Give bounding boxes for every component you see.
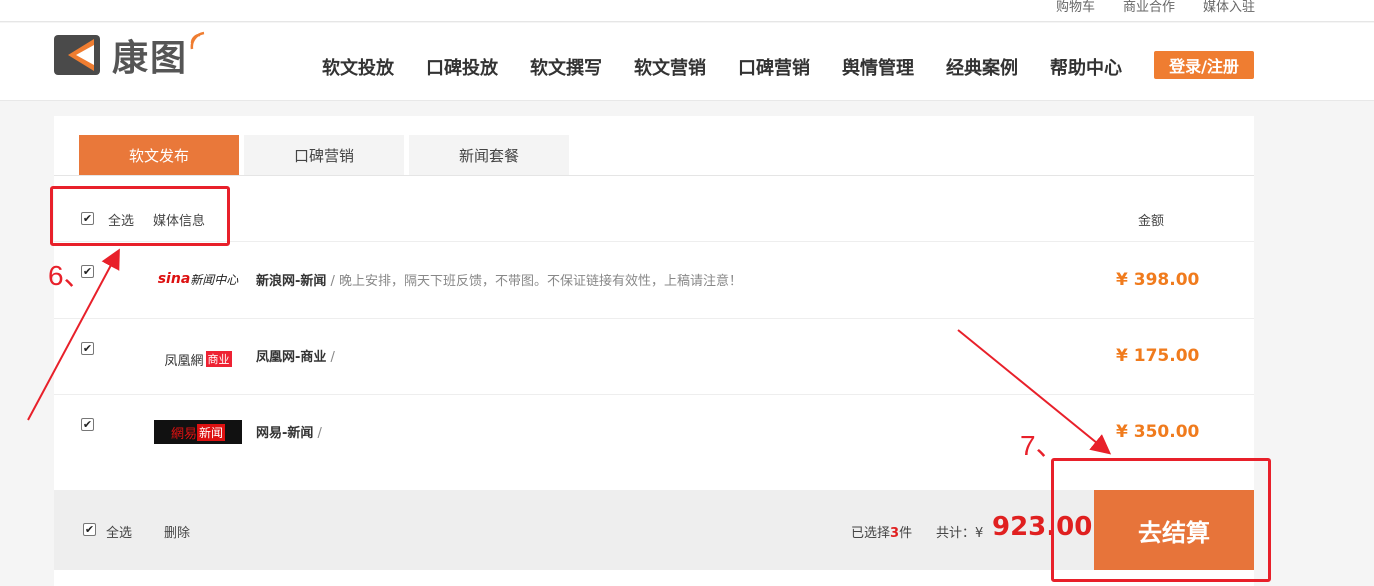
- annotation-arrows: [27, 248, 1112, 455]
- arrow-6: [27, 248, 120, 421]
- arrow-7: [957, 329, 1112, 455]
